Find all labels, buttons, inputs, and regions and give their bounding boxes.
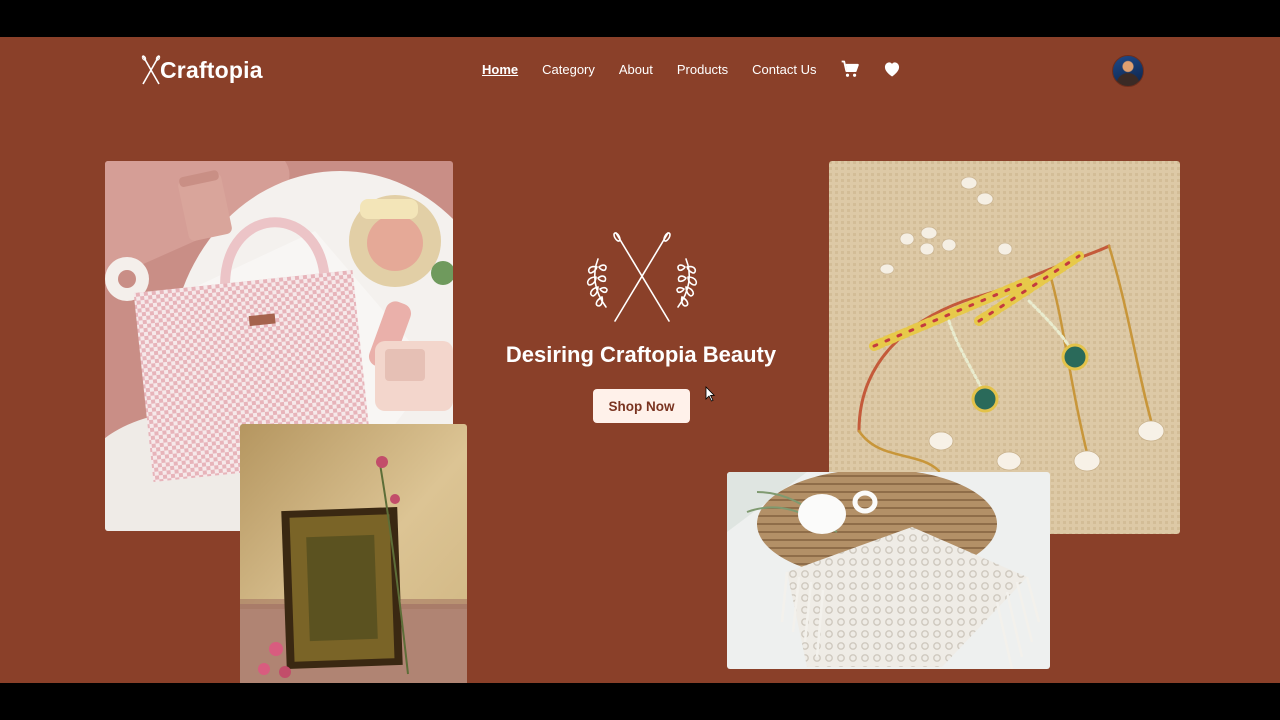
cart-icon[interactable] [840, 59, 860, 79]
photo-frame-photo [240, 424, 467, 683]
nav-about-link[interactable]: About [619, 62, 653, 77]
nav-products-link[interactable]: Products [677, 62, 728, 77]
mouse-pointer-icon [705, 386, 715, 402]
hero-title: Desiring Craftopia Beauty [505, 342, 777, 367]
page: Craftopia Home Category About Products C… [0, 37, 1280, 683]
brand-logo[interactable]: Craftopia [140, 54, 263, 86]
main-nav: Home Category About Products Contact Us [482, 59, 924, 79]
nav-home-link[interactable]: Home [482, 62, 518, 77]
brand-name: Craftopia [160, 56, 263, 83]
heart-icon[interactable] [882, 59, 902, 79]
nav-contact-link[interactable]: Contact Us [752, 62, 816, 77]
nav-category-link[interactable]: Category [542, 62, 595, 77]
user-avatar[interactable] [1112, 55, 1144, 87]
crossed-needles-icon [141, 55, 161, 85]
shop-now-button[interactable]: Shop Now [593, 389, 690, 423]
macrame-photo [727, 472, 1050, 669]
craftopia-emblem-icon [586, 232, 698, 322]
